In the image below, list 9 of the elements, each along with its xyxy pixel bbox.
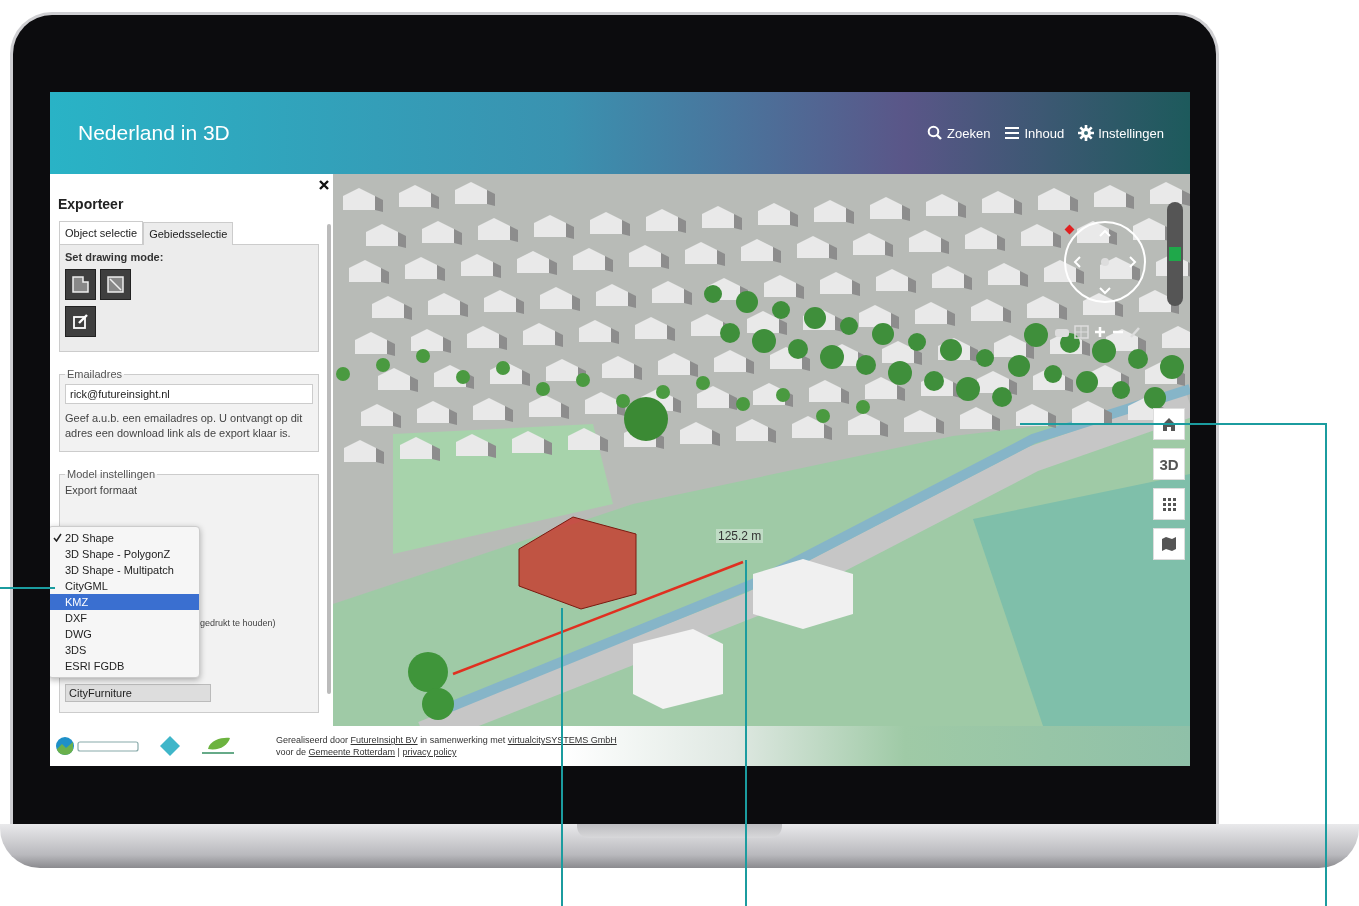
measurement-label: 125.2 m: [716, 529, 764, 543]
panel-title: Exporteer: [58, 196, 125, 212]
fieldset-legend: Model instellingen: [65, 468, 158, 480]
fieldset-legend: Emailadres: [65, 368, 125, 380]
drawing-mode-label: Set drawing mode:: [65, 251, 165, 263]
app-title: Nederland in 3D: [78, 121, 231, 145]
partial-label: gedrukt te houden): [200, 618, 276, 628]
help-text: Geef a.u.b. een emailadres op. U ontvangt op dit adres een download link als de export klaar is.: [65, 411, 304, 441]
export-format-label: Export formaat: [65, 484, 139, 496]
